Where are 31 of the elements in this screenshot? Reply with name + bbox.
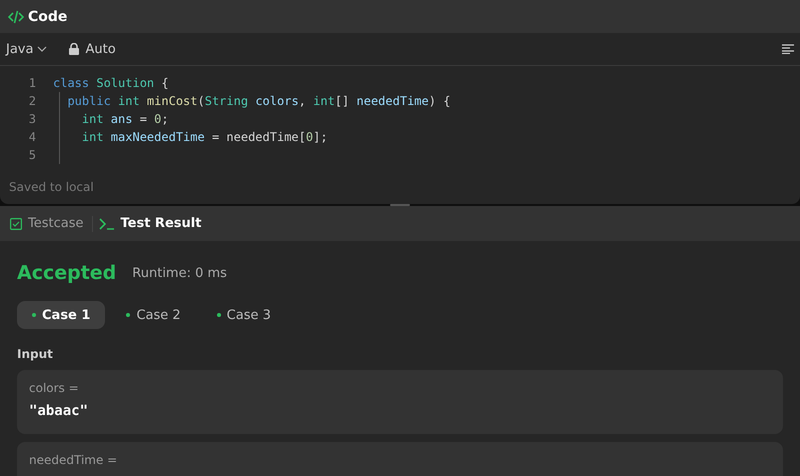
resize-handle[interactable]	[390, 204, 410, 206]
line-number: 3	[28, 112, 37, 126]
param-value: "abaac"	[29, 403, 90, 419]
line-number: 1	[28, 76, 37, 90]
code-line: public int minCost(String colors, int[] neededTime) {	[66, 94, 450, 108]
case-tab[interactable]: Case 1	[17, 301, 106, 329]
code-icon	[8, 10, 24, 24]
checkbox-icon	[10, 218, 22, 230]
code-line: int ans = 0;	[80, 112, 169, 126]
runtime-text: Runtime: 0 ms	[132, 266, 227, 280]
terminal-icon	[98, 218, 114, 230]
mode-button[interactable]: Auto	[69, 42, 116, 56]
panel-title: Code	[28, 8, 68, 24]
param-name: neededTime =	[29, 453, 118, 467]
line-number: 2	[28, 94, 37, 108]
lock-icon	[69, 43, 80, 55]
chevron-down-icon	[37, 46, 48, 52]
code-line: int maxNeededTime = neededTime[0];	[80, 130, 328, 144]
code-line: class Solution {	[53, 76, 169, 90]
language-dropdown[interactable]: Java	[6, 42, 48, 56]
case-tab[interactable]: Case 3	[202, 301, 286, 329]
panel-tab[interactable]: Testcase	[10, 216, 92, 231]
case-tab[interactable]: Case 2	[111, 301, 196, 329]
input-heading: Input	[17, 347, 54, 361]
param-name: colors =	[29, 381, 80, 395]
line-number: 5	[28, 148, 37, 162]
verdict-text: Accepted	[17, 262, 116, 284]
save-status: Saved to local	[8, 180, 95, 196]
format-icon[interactable]	[782, 44, 794, 54]
panel-tab[interactable]: Test Result	[98, 216, 210, 231]
line-number: 4	[28, 130, 37, 144]
